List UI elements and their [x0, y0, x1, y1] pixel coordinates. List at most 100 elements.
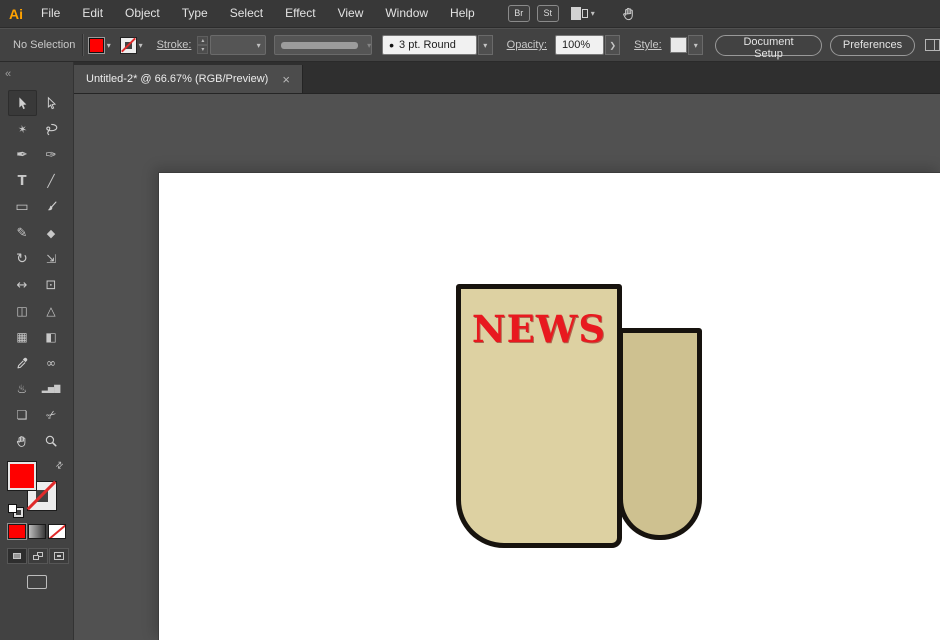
width-profile-combo[interactable]: ▾: [273, 35, 373, 55]
selection-status: No Selection: [13, 39, 76, 51]
color-button[interactable]: [8, 524, 26, 539]
draw-normal-button[interactable]: [7, 548, 27, 564]
width-profile-chevron-icon[interactable]: ▾: [367, 41, 371, 50]
artboard[interactable]: NEWS: [159, 173, 940, 640]
fill-color-swatch[interactable]: [88, 37, 104, 53]
mesh-tool-icon: ▦: [16, 330, 28, 344]
canvas[interactable]: NEWS: [74, 94, 940, 640]
lasso-tool-icon: [37, 116, 66, 142]
opacity-field[interactable]: 100%: [555, 35, 605, 55]
none-button[interactable]: [48, 524, 66, 539]
tab-bar: Untitled-2* @ 66.67% (RGB/Preview) ×: [74, 62, 940, 94]
workspace-chevron-icon: ▾: [590, 9, 595, 18]
rectangle-tool-icon: ▭: [15, 199, 29, 215]
preferences-button[interactable]: Preferences: [829, 34, 916, 56]
stock-button[interactable]: St: [536, 5, 559, 22]
fill-chevron-icon[interactable]: ▾: [107, 41, 111, 50]
draw-behind-button[interactable]: [28, 548, 48, 564]
perspective-grid-tool[interactable]: △: [37, 298, 66, 324]
blend-tool[interactable]: ∞: [37, 350, 66, 376]
uniform-profile-preview: [280, 41, 359, 49]
eyedropper-tool-icon: [8, 350, 37, 376]
symbol-sprayer-tool[interactable]: ♨: [8, 376, 37, 402]
menu-file[interactable]: File: [30, 0, 71, 27]
menu-type[interactable]: Type: [171, 0, 219, 27]
type-tool[interactable]: T: [8, 168, 37, 194]
free-transform-tool[interactable]: ⊡: [37, 272, 66, 298]
menu-bar: Ai File Edit Object Type Select Effect View Win…: [0, 0, 940, 28]
stroke-chevron-icon[interactable]: ▾: [139, 41, 143, 50]
pen-tool-icon: ✒: [16, 147, 28, 163]
tools-panel: « ✶ ✒ ✑ T ╱ ▭ ✎ ◆ ↻ ⇲ ↔ ⊡ ◫ △ ▦ ◧ ∞ ♨ ▂▅▇ ❏ ✂ ⇄: [0, 62, 74, 640]
drawing-mode-buttons: [7, 548, 69, 564]
stroke-color-swatch[interactable]: [120, 37, 136, 53]
document-setup-button[interactable]: Document Setup: [715, 34, 822, 60]
zoom-tool[interactable]: [37, 428, 66, 454]
style-chevron-button[interactable]: ▾: [688, 35, 704, 55]
paintbrush-tool-icon: [37, 194, 66, 220]
menu-view[interactable]: View: [327, 0, 375, 27]
rotate-tool-icon: ↻: [16, 251, 28, 267]
tab-close-icon[interactable]: ×: [282, 72, 290, 87]
zoom-tool-icon: [37, 428, 66, 454]
brush-definition-combo[interactable]: • 3 pt. Round: [382, 35, 477, 55]
hand-tool[interactable]: [8, 428, 37, 454]
mesh-tool[interactable]: ▦: [8, 324, 37, 350]
gradient-tool[interactable]: ◧: [37, 324, 66, 350]
rectangle-tool[interactable]: ▭: [8, 194, 37, 220]
rotate-tool[interactable]: ↻: [8, 246, 37, 272]
gradient-button[interactable]: [28, 524, 46, 539]
width-tool[interactable]: ↔: [8, 272, 37, 298]
screen-mode-button[interactable]: [27, 575, 47, 589]
direct-selection-tool[interactable]: [37, 90, 66, 116]
app-logo[interactable]: Ai: [9, 6, 23, 22]
menu-help[interactable]: Help: [439, 0, 486, 27]
lasso-tool[interactable]: [37, 116, 66, 142]
collapse-panel-icon[interactable]: «: [5, 68, 11, 80]
news-headline[interactable]: NEWS: [464, 309, 614, 350]
draw-inside-button[interactable]: [49, 548, 69, 564]
opacity-options-button[interactable]: ❯: [605, 35, 621, 55]
stroke-weight-chevron-icon[interactable]: ▾: [257, 41, 261, 50]
stroke-weight-label[interactable]: Stroke:: [157, 39, 192, 51]
artboard-tool[interactable]: ❏: [8, 402, 37, 428]
news-back-page[interactable]: [618, 328, 702, 540]
eyedropper-tool[interactable]: [8, 350, 37, 376]
slice-tool[interactable]: ✂: [37, 402, 66, 428]
panel-dock-icon[interactable]: [925, 39, 940, 51]
stroke-weight-stepper[interactable]: ▴ ▾: [197, 36, 209, 54]
scale-tool[interactable]: ⇲: [37, 246, 66, 272]
free-transform-tool-icon: ⊡: [45, 277, 57, 293]
selection-tool[interactable]: [7, 90, 37, 116]
artboard-tool-icon: ❏: [16, 408, 28, 422]
menu-object[interactable]: Object: [114, 0, 171, 27]
brush-chevron-button[interactable]: ▾: [477, 35, 493, 55]
eraser-tool[interactable]: ◆: [37, 220, 66, 246]
menu-window[interactable]: Window: [374, 0, 439, 27]
opacity-label[interactable]: Opacity:: [507, 39, 547, 51]
fill-indicator[interactable]: [8, 462, 36, 490]
curvature-tool[interactable]: ✑: [37, 142, 66, 168]
stroke-weight-combo[interactable]: ▾: [210, 35, 266, 55]
magic-wand-tool[interactable]: ✶: [8, 116, 37, 142]
menu-effect[interactable]: Effect: [274, 0, 326, 27]
pen-tool[interactable]: ✒: [8, 142, 37, 168]
default-fill-stroke-icon[interactable]: [8, 504, 23, 517]
pencil-tool[interactable]: ✎: [8, 220, 37, 246]
swap-fill-stroke-icon[interactable]: ⇄: [53, 459, 66, 472]
shape-builder-tool[interactable]: ◫: [8, 298, 37, 324]
hand-tool-icon: [8, 428, 37, 454]
paintbrush-tool[interactable]: [37, 194, 66, 220]
menu-edit[interactable]: Edit: [71, 0, 114, 27]
bridge-button[interactable]: Br: [507, 5, 530, 22]
document-tab[interactable]: Untitled-2* @ 66.67% (RGB/Preview) ×: [74, 65, 303, 93]
workspace-switcher[interactable]: ▾: [570, 7, 595, 20]
stepper-down-icon[interactable]: ▾: [197, 45, 209, 54]
stepper-up-icon[interactable]: ▴: [197, 36, 209, 45]
gradient-tool-icon: ◧: [45, 330, 57, 344]
menu-select[interactable]: Select: [219, 0, 274, 27]
style-label[interactable]: Style:: [634, 39, 662, 51]
line-segment-tool[interactable]: ╱: [37, 168, 66, 194]
touch-workspace-icon[interactable]: [621, 6, 637, 22]
style-swatch[interactable]: [669, 37, 688, 53]
